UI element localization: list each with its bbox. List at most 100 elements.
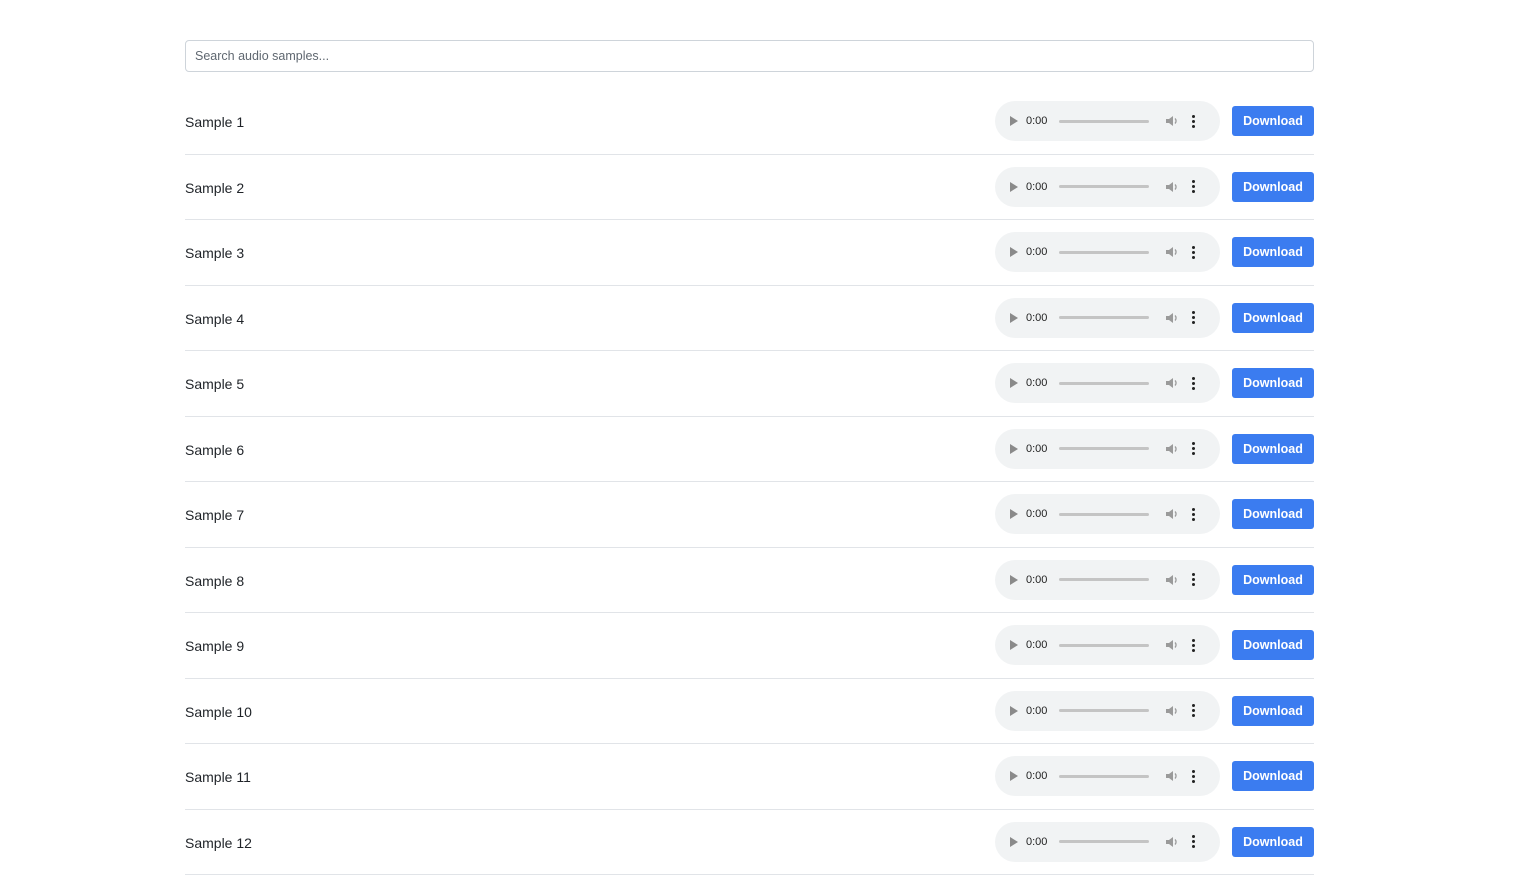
volume-icon[interactable] xyxy=(1165,377,1179,389)
seek-slider[interactable] xyxy=(1059,316,1149,320)
sample-row: Sample 12 0:00 Download xyxy=(185,810,1314,875)
more-options-icon[interactable] xyxy=(1191,638,1195,652)
seek-slider[interactable] xyxy=(1059,774,1149,778)
more-options-icon[interactable] xyxy=(1191,507,1195,521)
download-button[interactable]: Download xyxy=(1232,433,1314,464)
audio-player[interactable]: 0:00 xyxy=(995,297,1220,338)
audio-player[interactable]: 0:00 xyxy=(995,821,1220,862)
sample-list: Sample 1 0:00 Download Sample 2 0:00 Dow… xyxy=(185,89,1314,875)
current-time: 0:00 xyxy=(1026,639,1048,652)
more-options-icon[interactable] xyxy=(1191,769,1195,783)
sample-controls: 0:00 Download xyxy=(995,297,1314,338)
search-input[interactable] xyxy=(185,40,1314,72)
sample-name: Sample 12 xyxy=(185,834,252,851)
sample-row: Sample 10 0:00 Download xyxy=(185,679,1314,744)
play-icon[interactable] xyxy=(1010,509,1018,520)
audio-player[interactable]: 0:00 xyxy=(995,232,1220,273)
audio-player[interactable]: 0:00 xyxy=(995,166,1220,207)
volume-icon[interactable] xyxy=(1165,639,1179,651)
play-icon[interactable] xyxy=(1010,836,1018,847)
download-button[interactable]: Download xyxy=(1232,106,1314,137)
play-icon[interactable] xyxy=(1010,116,1018,127)
seek-slider[interactable] xyxy=(1059,840,1149,844)
seek-slider[interactable] xyxy=(1059,119,1149,123)
audio-player[interactable]: 0:00 xyxy=(995,428,1220,469)
current-time: 0:00 xyxy=(1026,573,1048,586)
audio-player[interactable]: 0:00 xyxy=(995,690,1220,731)
sample-name: Sample 9 xyxy=(185,638,245,655)
more-options-icon[interactable] xyxy=(1191,311,1195,325)
more-options-icon[interactable] xyxy=(1191,573,1195,587)
more-options-icon[interactable] xyxy=(1191,442,1195,456)
download-button[interactable]: Download xyxy=(1232,761,1314,792)
download-button[interactable]: Download xyxy=(1232,499,1314,530)
current-time: 0:00 xyxy=(1026,508,1048,521)
play-icon[interactable] xyxy=(1010,181,1018,192)
download-button[interactable]: Download xyxy=(1232,695,1314,726)
play-icon[interactable] xyxy=(1010,771,1018,782)
more-options-icon[interactable] xyxy=(1191,835,1195,849)
seek-slider[interactable] xyxy=(1059,381,1149,385)
audio-player[interactable]: 0:00 xyxy=(995,494,1220,535)
volume-icon[interactable] xyxy=(1165,574,1179,586)
sample-row: Sample 8 0:00 Download xyxy=(185,548,1314,613)
audio-library: Sample 1 0:00 Download Sample 2 0:00 xyxy=(185,40,1314,875)
download-button[interactable]: Download xyxy=(1232,302,1314,333)
download-button[interactable]: Download xyxy=(1232,826,1314,857)
seek-slider[interactable] xyxy=(1059,643,1149,647)
download-button[interactable]: Download xyxy=(1232,171,1314,202)
volume-icon[interactable] xyxy=(1165,246,1179,258)
play-icon[interactable] xyxy=(1010,705,1018,716)
download-button[interactable]: Download xyxy=(1232,368,1314,399)
volume-icon[interactable] xyxy=(1165,115,1179,127)
seek-slider[interactable] xyxy=(1059,447,1149,451)
play-icon[interactable] xyxy=(1010,443,1018,454)
more-options-icon[interactable] xyxy=(1191,245,1195,259)
sample-row: Sample 7 0:00 Download xyxy=(185,482,1314,548)
current-time: 0:00 xyxy=(1026,180,1048,193)
sample-name: Sample 5 xyxy=(185,376,245,393)
seek-slider[interactable] xyxy=(1059,250,1149,254)
sample-controls: 0:00 Download xyxy=(995,363,1314,404)
more-options-icon[interactable] xyxy=(1191,114,1195,128)
audio-player[interactable]: 0:00 xyxy=(995,363,1220,404)
sample-row: Sample 9 0:00 Download xyxy=(185,613,1314,679)
download-button[interactable]: Download xyxy=(1232,237,1314,268)
seek-slider[interactable] xyxy=(1059,185,1149,189)
play-icon[interactable] xyxy=(1010,574,1018,585)
more-options-icon[interactable] xyxy=(1191,180,1195,194)
volume-icon[interactable] xyxy=(1165,705,1179,717)
sample-row: Sample 5 0:00 Download xyxy=(185,351,1314,417)
sample-name: Sample 3 xyxy=(185,245,245,262)
current-time: 0:00 xyxy=(1026,704,1048,717)
audio-player[interactable]: 0:00 xyxy=(995,101,1220,142)
sample-row: Sample 4 0:00 Download xyxy=(185,286,1314,351)
seek-slider[interactable] xyxy=(1059,512,1149,516)
audio-player[interactable]: 0:00 xyxy=(995,756,1220,797)
download-button[interactable]: Download xyxy=(1232,564,1314,595)
seek-slider[interactable] xyxy=(1059,578,1149,582)
more-options-icon[interactable] xyxy=(1191,376,1195,390)
current-time: 0:00 xyxy=(1026,835,1048,848)
sample-controls: 0:00 Download xyxy=(995,101,1314,142)
sample-name: Sample 1 xyxy=(185,114,245,131)
sample-row: Sample 6 0:00 Download xyxy=(185,417,1314,482)
audio-player[interactable]: 0:00 xyxy=(995,559,1220,600)
play-icon[interactable] xyxy=(1010,247,1018,258)
more-options-icon[interactable] xyxy=(1191,704,1195,718)
volume-icon[interactable] xyxy=(1165,770,1179,782)
audio-player[interactable]: 0:00 xyxy=(995,625,1220,666)
sample-controls: 0:00 Download xyxy=(995,232,1314,273)
volume-icon[interactable] xyxy=(1165,443,1179,455)
seek-slider[interactable] xyxy=(1059,709,1149,713)
volume-icon[interactable] xyxy=(1165,836,1179,848)
current-time: 0:00 xyxy=(1026,770,1048,783)
download-button[interactable]: Download xyxy=(1232,630,1314,661)
play-icon[interactable] xyxy=(1010,640,1018,651)
play-icon[interactable] xyxy=(1010,312,1018,323)
volume-icon[interactable] xyxy=(1165,312,1179,324)
play-icon[interactable] xyxy=(1010,378,1018,389)
current-time: 0:00 xyxy=(1026,377,1048,390)
volume-icon[interactable] xyxy=(1165,181,1179,193)
volume-icon[interactable] xyxy=(1165,508,1179,520)
